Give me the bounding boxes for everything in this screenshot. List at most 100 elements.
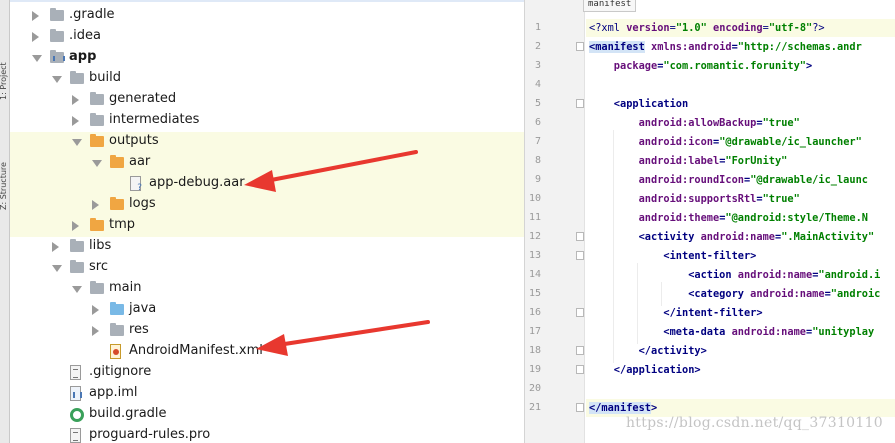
tree-row[interactable]: libs: [10, 237, 524, 258]
tree-row[interactable]: java: [10, 300, 524, 321]
tree-row[interactable]: main: [10, 279, 524, 300]
collapse-arrow-right-icon[interactable]: [92, 305, 99, 315]
tree-item-label: java: [129, 301, 157, 316]
code-line[interactable]: <?xml version="1.0" encoding="utf-8"?>: [589, 21, 825, 35]
expand-arrow-down-icon[interactable]: [32, 55, 42, 62]
tree-item-label: logs: [129, 196, 156, 211]
structure-tool-tab[interactable]: Z: Structure: [0, 140, 9, 210]
code-token: "http://schemas.andr: [737, 41, 862, 53]
line-number: 8: [534, 155, 541, 166]
txt-file-icon: [70, 365, 81, 380]
line-number: 1: [534, 22, 541, 33]
tree-row[interactable]: logs: [10, 195, 524, 216]
fold-marker-icon[interactable]: [576, 365, 584, 374]
tree-row[interactable]: tmp: [10, 216, 524, 237]
code-line[interactable]: <category android:name="androic: [589, 287, 880, 301]
tree-row[interactable]: app.iml: [10, 384, 524, 405]
code-token: android:name: [694, 231, 775, 243]
tree-row[interactable]: build.gradle: [10, 405, 524, 426]
collapse-arrow-right-icon[interactable]: [32, 32, 39, 42]
tree-row[interactable]: intermediates: [10, 111, 524, 132]
code-line[interactable]: <manifest xmlns:android="http://schemas.…: [589, 40, 862, 54]
code-token: >: [806, 60, 813, 72]
code-line[interactable]: android:icon="@drawable/ic_launcher": [589, 135, 862, 149]
code-line[interactable]: package="com.romantic.forunity">: [589, 59, 812, 73]
tree-row[interactable]: app-debug.aar: [10, 174, 524, 195]
code-line[interactable]: </activity>: [589, 344, 707, 358]
code-token: xmlns:android: [644, 41, 732, 53]
fold-marker-icon[interactable]: [576, 232, 584, 241]
tree-row[interactable]: .gradle: [10, 6, 524, 27]
folder-icon: [90, 113, 104, 126]
line-number: 5: [534, 98, 541, 109]
tree-row[interactable]: AndroidManifest.xml: [10, 342, 524, 363]
code-token: version: [626, 22, 670, 34]
code-line[interactable]: <application: [589, 97, 688, 111]
code-line[interactable]: <activity android:name=".MainActivity": [589, 230, 875, 244]
tree-row[interactable]: .gitignore: [10, 363, 524, 384]
folder-icon: [110, 323, 124, 336]
collapse-arrow-right-icon[interactable]: [32, 11, 39, 21]
code-line[interactable]: android:label="ForUnity": [589, 154, 788, 168]
fold-marker-icon[interactable]: [576, 251, 584, 260]
code-line[interactable]: android:roundIcon="@drawable/ic_launc: [589, 173, 868, 187]
fold-marker-icon[interactable]: [576, 308, 584, 317]
code-token: android:icon: [589, 136, 713, 148]
tree-item-label: intermediates: [109, 112, 200, 127]
code-line[interactable]: <action android:name="android.i: [589, 268, 880, 282]
collapse-arrow-right-icon[interactable]: [52, 242, 59, 252]
tree-row[interactable]: app: [10, 48, 524, 69]
expand-arrow-down-icon[interactable]: [72, 286, 82, 293]
code-token: android:theme: [589, 212, 720, 224]
code-line[interactable]: </application>: [589, 363, 701, 377]
watermark-url: https://blog.csdn.net/qq_37310110: [625, 415, 883, 431]
folder-icon: [90, 281, 104, 294]
expand-arrow-down-icon[interactable]: [52, 265, 62, 272]
tree-row[interactable]: res: [10, 321, 524, 342]
line-number: 3: [534, 60, 541, 71]
collapse-arrow-right-icon[interactable]: [72, 116, 79, 126]
code-line[interactable]: </intent-filter>: [589, 306, 762, 320]
code-token: </activity>: [589, 345, 707, 357]
code-editor[interactable]: 1 2 3 4 5 6 7 8 9 10 11 12 13 14 15 16 17 18 19 20 21 manife…: [525, 0, 895, 443]
expand-arrow-down-icon[interactable]: [72, 139, 82, 146]
expand-arrow-down-icon[interactable]: [92, 160, 102, 167]
collapse-arrow-right-icon[interactable]: [72, 95, 79, 105]
tree-item-label: generated: [109, 91, 177, 106]
collapse-arrow-right-icon[interactable]: [92, 200, 99, 210]
fold-marker-icon[interactable]: [576, 42, 584, 51]
project-tool-tab[interactable]: 1: Project: [0, 40, 9, 100]
fold-marker-icon[interactable]: [576, 403, 584, 412]
tree-row[interactable]: proguard-rules.pro: [10, 426, 524, 443]
code-line[interactable]: android:allowBackup="true": [589, 116, 800, 130]
folder-icon: [110, 155, 124, 168]
breadcrumb-tag: manifest: [583, 0, 637, 12]
iml-file-icon: [70, 386, 82, 401]
code-token: <intent-filter>: [589, 250, 757, 262]
collapse-arrow-right-icon[interactable]: [92, 326, 99, 336]
collapse-arrow-right-icon[interactable]: [72, 221, 79, 231]
code-token: >: [651, 402, 658, 414]
code-token: "true": [762, 193, 800, 205]
tree-selected-row-partial[interactable]: [10, 0, 524, 2]
tree-row[interactable]: .idea: [10, 27, 524, 48]
code-token: "android.i: [818, 269, 881, 281]
code-line[interactable]: <meta-data android:name="unityplay: [589, 325, 874, 339]
code-line[interactable]: </manifest>: [589, 401, 657, 415]
tree-item-label: build: [89, 70, 121, 85]
fold-marker-icon[interactable]: [576, 346, 584, 355]
code-token: "unityplay: [812, 326, 875, 338]
folder-icon: [70, 71, 84, 84]
tree-row[interactable]: outputs: [10, 132, 524, 153]
tree-row[interactable]: generated: [10, 90, 524, 111]
code-token: </application>: [589, 364, 701, 376]
txt-file-icon: [70, 428, 81, 443]
tree-row[interactable]: aar: [10, 153, 524, 174]
tree-row[interactable]: src: [10, 258, 524, 279]
code-line[interactable]: android:supportsRtl="true": [589, 192, 800, 206]
code-line[interactable]: android:theme="@android:style/Theme.N: [589, 211, 868, 225]
code-line[interactable]: <intent-filter>: [589, 249, 756, 263]
expand-arrow-down-icon[interactable]: [52, 76, 62, 83]
fold-marker-icon[interactable]: [576, 99, 584, 108]
tree-row[interactable]: build: [10, 69, 524, 90]
